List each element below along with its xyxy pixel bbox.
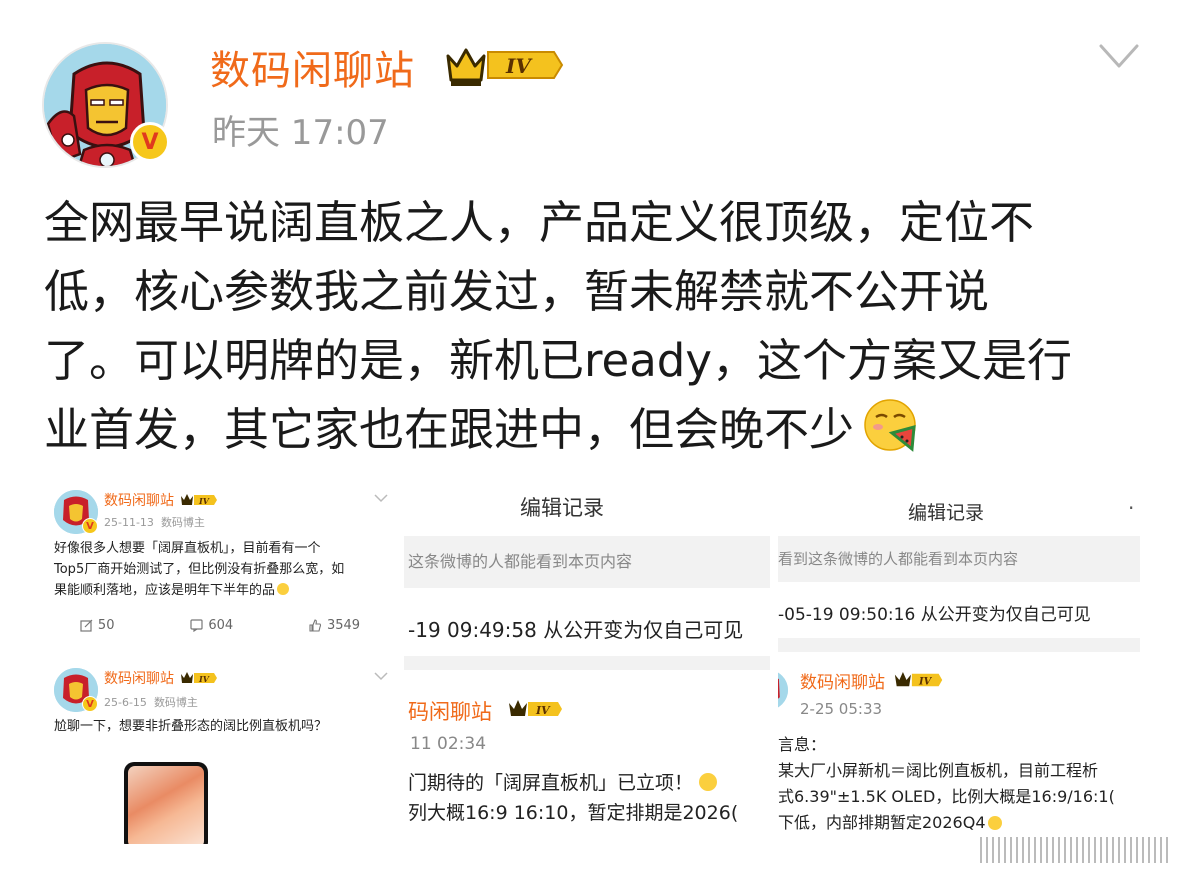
mini-post-text: 好像很多人想要「阔屏直板机」，目前看有一个 Top5厂商开始测试了，但比例没有折… <box>54 538 394 601</box>
phone-screen <box>128 766 204 844</box>
separator <box>404 656 770 670</box>
mini-verified-badge: V <box>82 518 98 534</box>
mini-post-line-text: 果能顺利落地，应该是明年下半年的品 <box>54 583 276 598</box>
separator <box>778 638 1140 652</box>
action-bar: 50 604 3549 <box>42 618 398 633</box>
mini-avatar <box>778 670 788 710</box>
mini-verified-badge: V <box>82 696 98 712</box>
smug-emoji-icon <box>277 583 290 595</box>
verified-badge: V <box>130 122 170 162</box>
edit-log-line: -19 09:49:58 从公开变为仅自己可见 <box>408 618 744 642</box>
member-level-badge[interactable]: IV <box>444 40 564 94</box>
repost-count: 50 <box>97 618 115 633</box>
chevron-down-icon <box>374 672 388 681</box>
author-name: 数码闲聊站 <box>800 673 885 693</box>
level-badge-icon: IV <box>894 671 943 687</box>
mini-level-badge-icon: IV <box>181 672 217 684</box>
post-time: 昨天 17:07 <box>212 113 389 153</box>
comment-count: 604 <box>208 618 234 633</box>
mini-meta: 25-6-15 数码博主 <box>104 694 198 710</box>
author-name: 码闲聊站 <box>408 700 492 724</box>
edit-log-line: -05-19 09:50:16 从公开变为仅自己可见 <box>778 605 1091 625</box>
screenshot-old-post-2: V 数码闲聊站 IV 25-6-15 数码博主 尬聊一下，想要非折叠形态的阔比例… <box>42 654 398 844</box>
screenshot-edit-history-2: 编辑记录 · 看到这条微博的人都能看到本页内容 -05-19 09:50:16 … <box>778 478 1140 844</box>
mini-source: 数码博主 <box>160 516 205 529</box>
level-badge-icon: IV <box>509 700 562 717</box>
post-line: 门期待的「阔屏直板机」已立项！ <box>408 768 738 798</box>
post-line: 下低，内部排期暂定2026Q4 <box>778 810 1115 836</box>
svg-text:IV: IV <box>198 496 210 506</box>
visibility-notice: 看到这条微博的人都能看到本页内容 <box>778 536 1140 582</box>
smug-eating-watermelon-emoji-icon <box>864 399 916 452</box>
svg-text:IV: IV <box>535 704 551 717</box>
post-line-text: 下低，内部排期暂定2026Q4 <box>778 813 986 832</box>
phone-render-image <box>124 762 208 844</box>
image-strip-indicator <box>980 836 1170 864</box>
post-line-last: 业首发，其它家也在跟进中，但会晚不少 <box>44 395 1144 464</box>
mini-date: 25-6-15 <box>104 696 147 709</box>
post-body: 全网最早说阔直板之人，产品定义很顶级，定位不 低，核心参数我之前发过，暂未解禁就… <box>44 188 1144 464</box>
smug-emoji-icon <box>987 816 1002 830</box>
screenshot-old-post-1: V 数码闲聊站 IV 25-11-13 数码博主 好像很多人想要「阔屏直板机」，… <box>42 478 398 644</box>
sweat-smile-emoji-icon <box>699 773 718 791</box>
mini-post-line: 好像很多人想要「阔屏直板机」，目前看有一个 <box>54 541 321 556</box>
chevron-down-icon <box>374 494 388 503</box>
post-line: 某大厂小屏新机＝阔比例直板机，目前工程析 <box>778 761 1099 780</box>
visibility-notice: 这条微博的人都能看到本页内容 <box>404 536 770 588</box>
mini-post-text: 尬聊一下，想要非折叠形态的阔比例直板机吗？ <box>54 719 328 734</box>
post-time: 2-25 05:33 <box>800 700 883 718</box>
author-avatar[interactable]: V <box>42 42 170 168</box>
mini-post-line: Top5厂商开始测试了，但比例没有折叠那么宽，如 <box>54 562 345 577</box>
post-text: 门期待的「阔屏直板机」已立项！ 列大概16:9 16:10，暂定排期是2026( <box>408 768 738 828</box>
thumbs-up-icon <box>309 619 322 632</box>
post-line-text: 业首发，其它家也在跟进中，但会晚不少 <box>44 403 855 456</box>
post-line: 式6.39"±1.5K OLED，比例大概是16:9/16:1( <box>778 787 1115 806</box>
screenshot-edit-history-1: 编辑记录 这条微博的人都能看到本页内容 -19 09:49:58 从公开变为仅自… <box>404 478 770 844</box>
repost-icon <box>80 619 93 632</box>
edit-history-title: 编辑记录 <box>908 502 985 524</box>
mini-date: 25-11-13 <box>104 516 154 529</box>
mini-author-name: 数码闲聊站 <box>104 493 174 509</box>
post-time: 11 02:34 <box>410 734 487 754</box>
mini-level-badge-icon: IV <box>181 494 217 506</box>
like-count: 3549 <box>326 618 361 633</box>
post-line: 低，核心参数我之前发过，暂未解禁就不公开说 <box>44 265 990 318</box>
like-button: 3549 <box>309 618 360 633</box>
post-line-text: 门期待的「阔屏直板机」已立项！ <box>408 772 694 794</box>
level-badge-text: IV <box>505 54 533 78</box>
post-text: 言息： 某大厂小屏新机＝阔比例直板机，目前工程析 式6.39"±1.5K OLE… <box>778 732 1115 836</box>
mini-meta: 25-11-13 数码博主 <box>104 514 205 530</box>
more-dot-icon: · <box>1128 496 1135 520</box>
mini-source: 数码博主 <box>153 696 198 709</box>
svg-text:IV: IV <box>918 676 933 687</box>
comment-icon <box>190 619 203 632</box>
author-name[interactable]: 数码闲聊站 <box>210 38 415 96</box>
post-line: 全网最早说阔直板之人，产品定义很顶级，定位不 <box>44 196 1035 249</box>
svg-text:IV: IV <box>198 674 210 684</box>
post-line: 言息： <box>778 735 827 754</box>
post-line: 了。可以明牌的是，新机已ready，这个方案又是行 <box>44 334 1072 387</box>
mini-author-name: 数码闲聊站 <box>104 671 174 687</box>
comment-button: 604 <box>190 618 233 633</box>
post-line: 列大概16:9 16:10，暂定排期是2026( <box>408 802 739 824</box>
repost-button: 50 <box>80 618 115 633</box>
chevron-down-icon[interactable] <box>1098 42 1140 70</box>
mini-post-line: 果能顺利落地，应该是明年下半年的品 <box>54 580 394 601</box>
edit-history-title: 编辑记录 <box>520 496 604 520</box>
